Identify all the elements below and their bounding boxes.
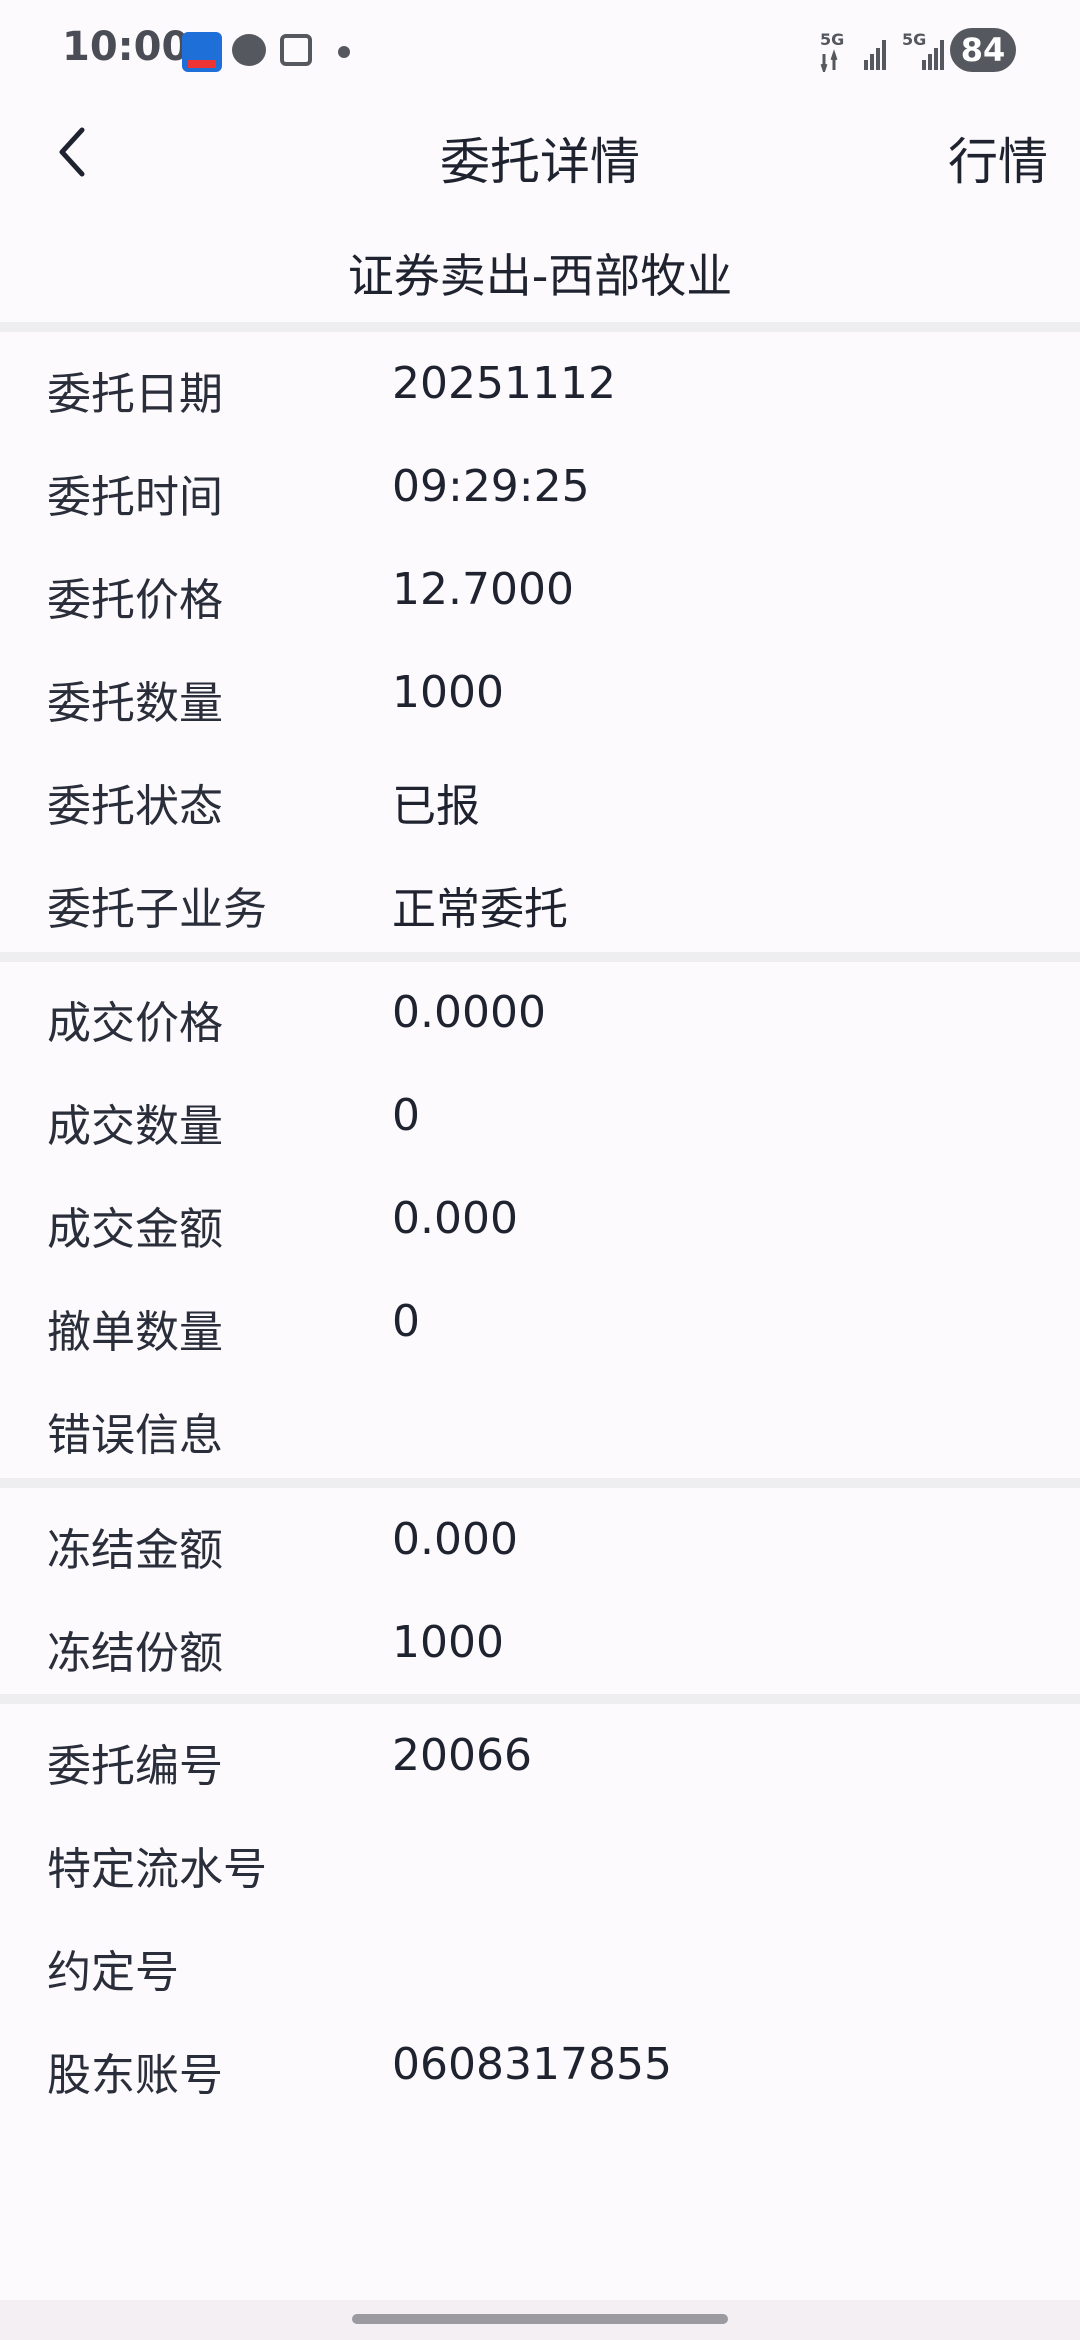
row-value: 0.0000 <box>392 987 546 1038</box>
row-value: 正常委托 <box>392 884 568 935</box>
section-divider <box>0 952 1080 962</box>
battery-indicator: 84 <box>950 28 1016 72</box>
nav-bar: 委托详情 行情 <box>0 100 1080 210</box>
order-subtitle: 证券卖出-西部牧业 <box>347 249 733 303</box>
row-value: 0608317855 <box>392 2039 672 2090</box>
row-value: 09:29:25 <box>392 461 590 512</box>
row-label: 约定号 <box>47 1947 179 1998</box>
row-label: 错误信息 <box>47 1410 223 1461</box>
row-value: 20251112 <box>392 358 616 409</box>
row-label: 委托状态 <box>47 781 223 832</box>
row-label: 成交数量 <box>47 1101 223 1152</box>
system-navigation-bar <box>0 2300 1080 2340</box>
status-time: 10:00 <box>62 24 190 70</box>
row-value: 1000 <box>392 1617 504 1668</box>
detail-row: 冻结金额 0.000 <box>0 1492 1080 1595</box>
detail-row: 成交金额 0.000 <box>0 1171 1080 1274</box>
row-label: 冻结金额 <box>47 1525 223 1576</box>
detail-row: 委托价格 12.7000 <box>0 542 1080 645</box>
row-label: 委托编号 <box>47 1741 223 1792</box>
row-label: 冻结份额 <box>47 1628 223 1679</box>
section-divider <box>0 322 1080 332</box>
detail-row: 股东账号 0608317855 <box>0 2017 1080 2120</box>
market-quote-button[interactable]: 行情 <box>948 122 1048 194</box>
row-value: 0 <box>392 1296 420 1347</box>
detail-row: 委托编号 20066 <box>0 1708 1080 1811</box>
detail-row: 委托状态 已报 <box>0 748 1080 851</box>
home-gesture-handle[interactable] <box>352 2314 728 2324</box>
row-value: 0 <box>392 1090 420 1141</box>
page-title: 委托详情 <box>440 133 640 191</box>
row-value: 已报 <box>392 781 480 832</box>
row-value: 12.7000 <box>392 564 574 615</box>
row-label: 委托日期 <box>47 369 223 420</box>
message-icon <box>232 34 266 66</box>
status-bar: 10:00 5G 5G 84 <box>0 0 1080 100</box>
row-label: 委托数量 <box>47 678 223 729</box>
row-label: 股东账号 <box>47 2050 223 2101</box>
screenshot-icon <box>280 34 312 66</box>
detail-row: 委托数量 1000 <box>0 645 1080 748</box>
detail-row: 委托子业务 正常委托 <box>0 851 1080 954</box>
row-label: 委托价格 <box>47 575 223 626</box>
row-label: 委托时间 <box>47 472 223 523</box>
detail-row: 撤单数量 0 <box>0 1274 1080 1377</box>
row-value: 0.000 <box>392 1514 518 1565</box>
row-label: 成交价格 <box>47 998 223 1049</box>
section-divider <box>0 1478 1080 1488</box>
detail-row: 成交数量 0 <box>0 1068 1080 1171</box>
detail-row: 冻结份额 1000 <box>0 1595 1080 1698</box>
signal-2-icon <box>922 40 944 70</box>
row-label: 特定流水号 <box>47 1844 267 1895</box>
row-value: 20066 <box>392 1730 532 1781</box>
detail-row: 成交价格 0.0000 <box>0 965 1080 1068</box>
row-label: 撤单数量 <box>47 1307 223 1358</box>
detail-row: 委托时间 09:29:25 <box>0 439 1080 542</box>
detail-row: 错误信息 <box>0 1377 1080 1480</box>
row-value: 0.000 <box>392 1193 518 1244</box>
more-notifications-dot-icon <box>338 46 350 58</box>
section-divider <box>0 1694 1080 1704</box>
row-label: 委托子业务 <box>47 884 267 935</box>
detail-row: 特定流水号 <box>0 1811 1080 1914</box>
app-notification-icon <box>182 32 222 72</box>
row-label: 成交金额 <box>47 1204 223 1255</box>
detail-row: 约定号 <box>0 1914 1080 2017</box>
row-value: 1000 <box>392 667 504 718</box>
detail-row: 委托日期 20251112 <box>0 336 1080 439</box>
